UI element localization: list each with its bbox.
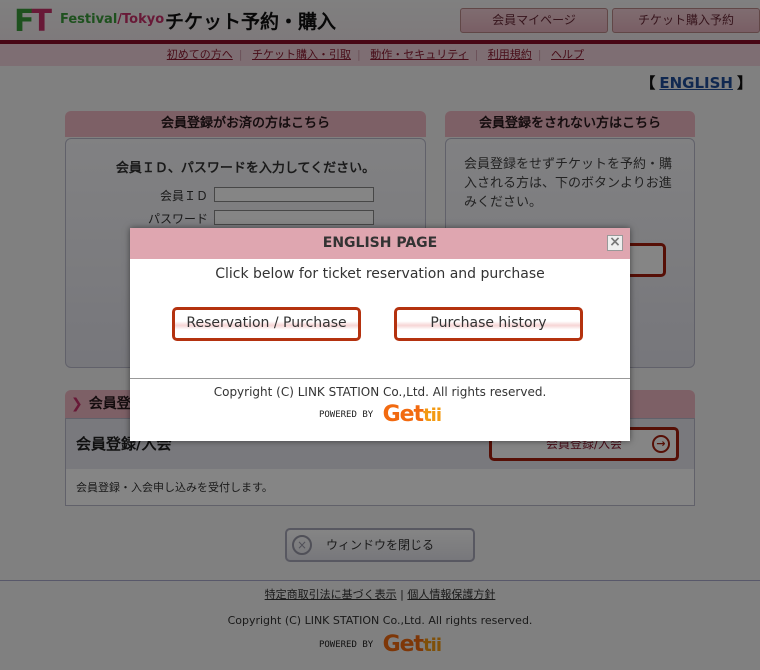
gettii-logo-tail: tii	[423, 405, 442, 426]
powered-by-dialog: POWERED BY Gettii	[130, 402, 630, 427]
close-icon[interactable]: ×	[607, 235, 623, 251]
dialog-title: ENGLISH PAGE	[130, 228, 630, 259]
powered-by-label: POWERED BY	[318, 410, 374, 420]
english-page-dialog: ENGLISH PAGE × Click below for ticket re…	[130, 228, 630, 441]
dialog-divider	[130, 378, 630, 379]
purchase-history-button[interactable]: Purchase history	[394, 307, 583, 341]
gettii-logo-main: Get	[382, 402, 424, 427]
reservation-purchase-button[interactable]: Reservation / Purchase	[172, 307, 361, 341]
dialog-message: Click below for ticket reservation and p…	[215, 266, 545, 282]
gettii-logo: Gettii	[382, 402, 442, 427]
dialog-copyright: Copyright (C) LINK STATION Co.,Ltd. All …	[213, 385, 547, 399]
